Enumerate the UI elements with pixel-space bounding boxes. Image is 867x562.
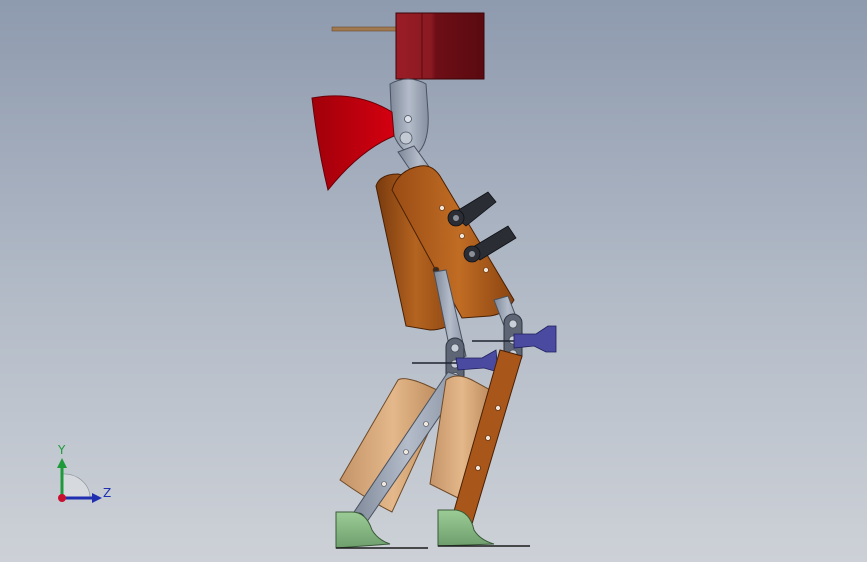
top-motor[interactable] [331, 12, 485, 80]
neck-bracket[interactable] [389, 78, 429, 157]
triad-y-label: Y [58, 443, 66, 457]
triad-quadrant-icon [61, 473, 91, 499]
orientation-triad[interactable] [57, 458, 102, 503]
triad-origin-icon [58, 494, 66, 502]
triad-z-label: Z [103, 486, 112, 500]
head-horn[interactable] [311, 95, 395, 192]
motor-shaft [331, 26, 399, 32]
cad-viewport[interactable]: Y Z [0, 0, 867, 562]
left-foot[interactable] [335, 511, 428, 549]
robot-model[interactable] [0, 0, 867, 562]
motor-body [395, 12, 485, 80]
right-foot[interactable] [437, 509, 530, 547]
